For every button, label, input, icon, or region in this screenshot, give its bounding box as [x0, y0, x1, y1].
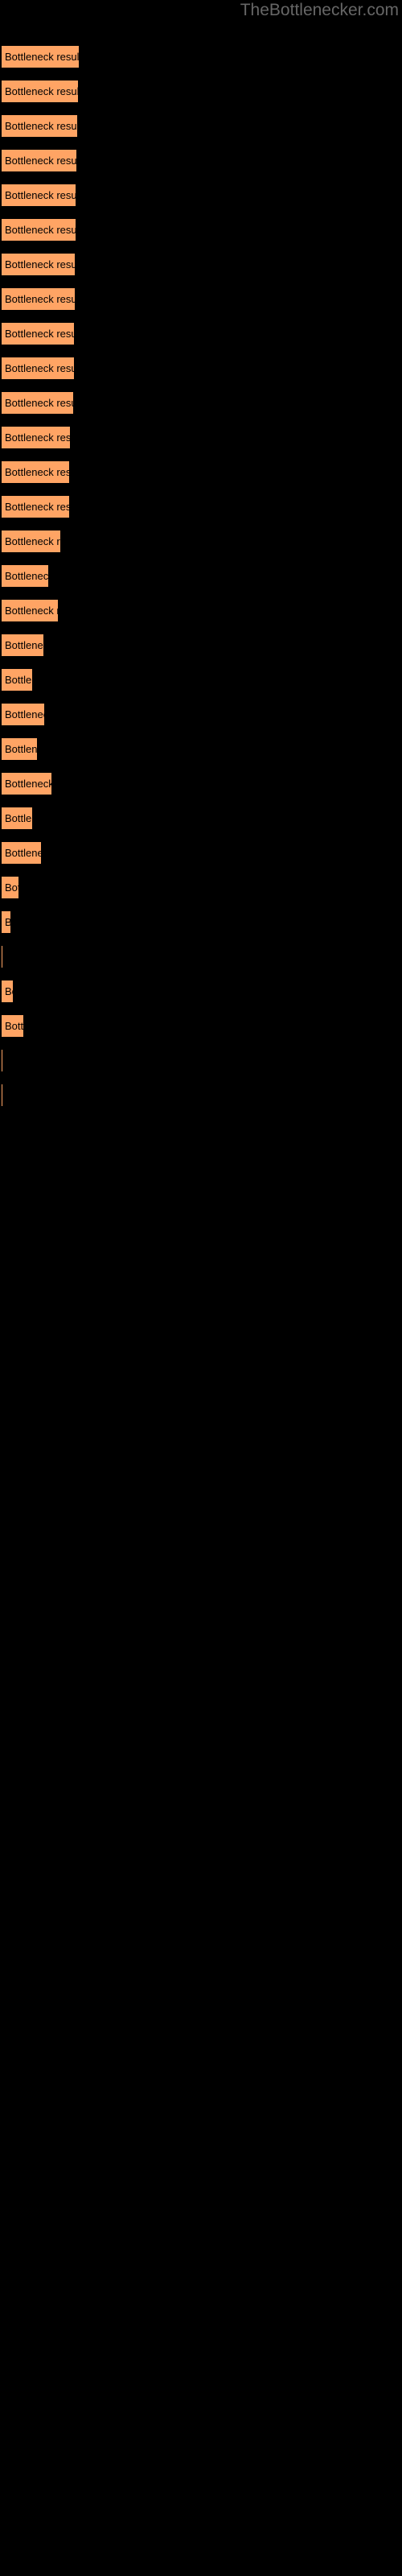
bar-20[interactable]: Bottleneck result [2, 703, 44, 725]
bar-label: Bottleneck result [5, 639, 43, 651]
bar-row: Bottleneck result [0, 737, 402, 772]
bar-row: Bottleneck result [0, 807, 402, 841]
bar-label: Bottleneck result [5, 362, 74, 374]
bar-row: Bottleneck result [0, 426, 402, 460]
bar-row: Bottleneck result [0, 876, 402, 910]
bar-11[interactable]: Bottleneck result [2, 391, 73, 414]
bottleneck-bar-chart: Bottleneck result Bottleneck result Bottle… [0, 0, 402, 2576]
bar-row: Bottleneck result [0, 184, 402, 218]
bar-label: Bottleneck result [5, 85, 78, 97]
bar-label: Bottleneck result [5, 466, 69, 478]
bar-label: Bottleneck result [5, 224, 76, 236]
bar-18[interactable]: Bottleneck result [2, 634, 43, 656]
bar-label: Bottleneck result [5, 120, 77, 132]
bar-label: Bottleneck result [5, 985, 13, 997]
bar-row: Bottleneck result [0, 322, 402, 357]
bar-3[interactable]: Bottleneck result [2, 114, 77, 137]
bar-row: Bottleneck result [0, 1049, 402, 1084]
bar-row: Bottleneck result [0, 772, 402, 807]
bar-24[interactable]: Bottleneck result [2, 841, 41, 864]
bar-row: Bottleneck result [0, 599, 402, 634]
bar-label: Bottleneck result [5, 189, 76, 201]
bar-1[interactable]: Bottleneck result [2, 45, 79, 68]
bar-label: Bottleneck result [5, 258, 75, 270]
bar-label: Bottleneck result [5, 293, 75, 305]
bar-label: Bottleneck result [5, 328, 74, 340]
bar-17[interactable]: Bottleneck result [2, 599, 58, 621]
bar-6[interactable]: Bottleneck result [2, 218, 76, 241]
bar-row: Bottleneck result [0, 1084, 402, 1118]
bar-row: Bottleneck result [0, 634, 402, 668]
bar-15[interactable]: Bottleneck result [2, 530, 60, 552]
bar-row: Bottleneck result [0, 253, 402, 287]
bar-row: Bottleneck result [0, 910, 402, 945]
bar-row: Bottleneck result [0, 668, 402, 703]
bar-label: Bottleneck result [5, 397, 73, 409]
bar-10[interactable]: Bottleneck result [2, 357, 74, 379]
bar-label: Bottleneck result [5, 51, 79, 63]
bar-row: Bottleneck result [0, 841, 402, 876]
bar-row: Bottleneck result [0, 287, 402, 322]
bar-label: Bottleneck result [5, 431, 70, 444]
bar-row: Bottleneck result [0, 703, 402, 737]
bar-label: Bottleneck result [5, 501, 69, 513]
bar-23[interactable]: Bottleneck result [2, 807, 32, 829]
bar-7[interactable]: Bottleneck result [2, 253, 75, 275]
bar-label: Bottleneck result [5, 881, 18, 894]
bar-row: Bottleneck result [0, 391, 402, 426]
bar-row: Bottleneck result [0, 980, 402, 1014]
bar-9[interactable]: Bottleneck result [2, 322, 74, 345]
bar-21[interactable]: Bottleneck result [2, 737, 37, 760]
bar-row: Bottleneck result [0, 495, 402, 530]
bar-13[interactable]: Bottleneck result [2, 460, 69, 483]
bar-row: Bottleneck result [0, 45, 402, 80]
bar-row: Bottleneck result [0, 564, 402, 599]
bar-label: Bottleneck result [5, 155, 76, 167]
bar-label: Bottleneck result [5, 674, 32, 686]
bar-label: Bottleneck result [5, 605, 58, 617]
bar-row: Bottleneck result [0, 218, 402, 253]
bar-row: Bottleneck result [0, 530, 402, 564]
bar-26[interactable]: Bottleneck result [2, 910, 10, 933]
bar-row: Bottleneck result [0, 460, 402, 495]
bar-label: Bottleneck result [5, 847, 41, 859]
bar-12[interactable]: Bottleneck result [2, 426, 70, 448]
bar-label: Bottleneck result [5, 914, 10, 930]
bar-label: Bottleneck result [5, 570, 48, 582]
bar-25[interactable]: Bottleneck result [2, 876, 18, 898]
bar-16[interactable]: Bottleneck result [2, 564, 48, 587]
bar-label: Bottleneck result [5, 778, 51, 790]
bar-label: Bottleneck result [5, 812, 32, 824]
bar-29[interactable]: Bottleneck result [2, 1014, 23, 1037]
bar-row: Bottleneck result [0, 114, 402, 149]
bar-row: Bottleneck result [0, 149, 402, 184]
bar-19[interactable]: Bottleneck result [2, 668, 32, 691]
bar-row: Bottleneck result [0, 945, 402, 980]
bar-2[interactable]: Bottleneck result [2, 80, 78, 102]
bar-label: Bottleneck result [5, 1020, 23, 1032]
bar-row: Bottleneck result [0, 357, 402, 391]
bar-5[interactable]: Bottleneck result [2, 184, 76, 206]
bar-label: Bottleneck result [5, 743, 37, 755]
bar-label: Bottleneck result [5, 535, 60, 547]
bar-8[interactable]: Bottleneck result [2, 287, 75, 310]
bar-row: Bottleneck result [0, 1014, 402, 1049]
bar-4[interactable]: Bottleneck result [2, 149, 76, 171]
bar-14[interactable]: Bottleneck result [2, 495, 69, 518]
bar-row: Bottleneck result [0, 80, 402, 114]
bar-label: Bottleneck result [5, 708, 44, 720]
bar-22[interactable]: Bottleneck result [2, 772, 51, 795]
bar-28[interactable]: Bottleneck result [2, 980, 13, 1002]
